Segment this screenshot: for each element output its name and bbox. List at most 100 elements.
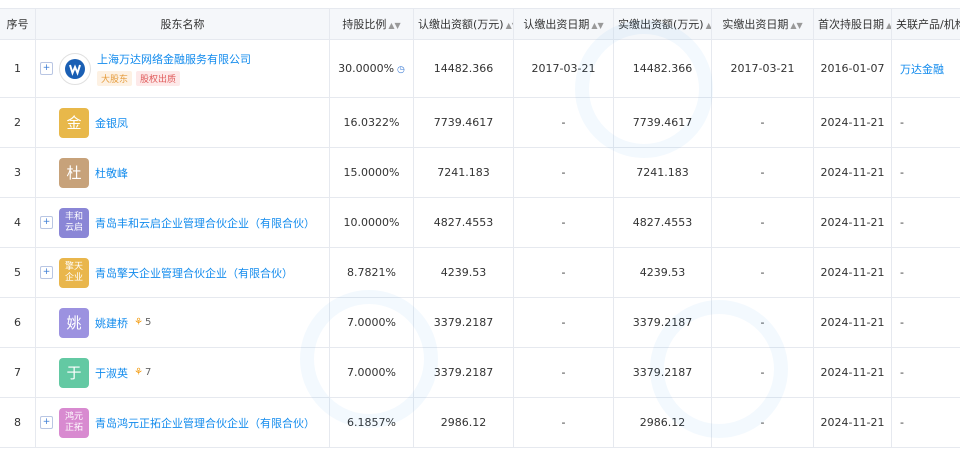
index-cell: 1 (0, 39, 36, 98)
paid-amount-cell: 7241.183 (613, 147, 712, 198)
related-companies-badge[interactable]: ⚘ 7 (134, 367, 151, 378)
paid-date-cell: - (711, 247, 814, 298)
shareholder-name-link[interactable]: 青岛丰和云启企业管理合伙企业（有限合伙） (95, 215, 315, 231)
table-row: 6 姚姚建桥 ⚘ 5 7.0000% 3379.2187-3379.2187-2024-1… (0, 297, 960, 348)
col-paid-amount[interactable]: 实缴出资额(万元)▲▼ (613, 8, 712, 40)
subscribed-amount-cell: 2986.12 (413, 397, 514, 448)
index-cell: 7 (0, 347, 36, 398)
shareholder-name-link[interactable]: 杜敬峰 (95, 165, 128, 181)
table-header-row: 序号 股东名称 持股比例▲▼ 认缴出资额(万元)▲▼ 认缴出资日期▲▼ 实缴出资… (0, 8, 960, 40)
related-cell: 万达金融 (891, 39, 960, 98)
subscribed-amount-cell: 7241.183 (413, 147, 514, 198)
col-paid-date[interactable]: 实缴出资日期 ▲▼ (711, 8, 814, 40)
shareholder-name-link[interactable]: 金银凤 (95, 115, 128, 131)
table-row: 5 + 擎天 企业 青岛擎天企业管理合伙企业（有限合伙） 8.7821% 4239.53-4… (0, 247, 960, 298)
shareholder-name-link[interactable]: 姚建桥 (95, 315, 128, 331)
history-clock-icon[interactable]: ◷ (397, 65, 405, 75)
paid-date-cell: 2017-03-21 (711, 39, 814, 98)
subscribed-amount-cell: 4827.4553 (413, 197, 514, 248)
paid-amount-cell: 3379.2187 (613, 347, 712, 398)
subscribed-date-cell: - (513, 197, 614, 248)
subscribed-date-cell: - (513, 247, 614, 298)
sort-icon[interactable]: ▲▼ (591, 21, 603, 30)
relation-icon: ⚘ (134, 367, 143, 378)
major-shareholder-tag: 大股东 (97, 71, 133, 86)
company-logo-icon (59, 52, 91, 85)
paid-amount-cell: 2986.12 (613, 397, 712, 448)
first-hold-date-cell: 2024-11-21 (813, 247, 892, 298)
shareholder-table: 序号 股东名称 持股比例▲▼ 认缴出资额(万元)▲▼ 认缴出资日期▲▼ 实缴出资… (0, 8, 960, 448)
ratio-cell: 7.0000% (329, 297, 414, 348)
col-ratio[interactable]: 持股比例 ▲▼ (329, 8, 414, 40)
index-cell: 5 (0, 247, 36, 298)
shareholder-cell: + 上海万达网络金融服务有限公司 大股东 股权出质 (35, 39, 330, 98)
first-hold-date-cell: 2024-11-21 (813, 397, 892, 448)
sort-icon[interactable]: ▲▼ (388, 21, 400, 30)
subscribed-date-cell: - (513, 97, 614, 148)
expand-icon[interactable]: + (40, 62, 53, 75)
shareholder-name-link[interactable]: 上海万达网络金融服务有限公司 (97, 51, 251, 67)
index-cell: 2 (0, 97, 36, 148)
shareholder-cell: + 鸿元 正拓 青岛鸿元正拓企业管理合伙企业（有限合伙） (35, 397, 330, 448)
related-cell: - (891, 97, 960, 148)
subscribed-amount-cell: 3379.2187 (413, 297, 514, 348)
paid-date-cell: - (711, 197, 814, 248)
col-index: 序号 (0, 8, 36, 40)
shareholder-avatar: 鸿元 正拓 (59, 407, 89, 438)
shareholder-avatar: 于 (59, 357, 89, 388)
ratio-cell: 10.0000% (329, 197, 414, 248)
index-cell: 3 (0, 147, 36, 198)
col-first-hold-date[interactable]: 首次持股日期▲▼ (813, 8, 892, 40)
related-cell: - (891, 147, 960, 198)
table-row: 2 金金银凤 16.0322% 7739.4617-7739.4617-2024-11… (0, 97, 960, 148)
related-companies-badge[interactable]: ⚘ 5 (134, 317, 151, 328)
table-row: 1 + 上海万达网络金融服务有限公司 大股东 股权出质 30.0000% ◷ 14482.3… (0, 39, 960, 98)
relation-icon: ⚘ (134, 317, 143, 328)
col-related: 关联产品/机构 (891, 8, 960, 40)
first-hold-date-cell: 2024-11-21 (813, 147, 892, 198)
ratio-cell: 6.1857% (329, 397, 414, 448)
sort-icon[interactable]: ▲▼ (790, 21, 802, 30)
ratio-cell: 8.7821% (329, 247, 414, 298)
subscribed-date-cell: - (513, 397, 614, 448)
index-cell: 6 (0, 297, 36, 348)
subscribed-amount-cell: 14482.366 (413, 39, 514, 98)
first-hold-date-cell: 2024-11-21 (813, 297, 892, 348)
ratio-cell: 7.0000% (329, 347, 414, 398)
subscribed-date-cell: 2017-03-21 (513, 39, 614, 98)
related-product-link[interactable]: 万达金融 (900, 63, 944, 76)
sort-icon[interactable]: ▲▼ (886, 21, 891, 30)
col-subscribed-amount[interactable]: 认缴出资额(万元)▲▼ (413, 8, 514, 40)
subscribed-date-cell: - (513, 347, 614, 398)
subscribed-amount-cell: 3379.2187 (413, 347, 514, 398)
subscribed-date-cell: - (513, 147, 614, 198)
sort-icon[interactable]: ▲▼ (706, 21, 711, 30)
col-subscribed-date[interactable]: 认缴出资日期 ▲▼ (513, 8, 614, 40)
ratio-cell: 15.0000% (329, 147, 414, 198)
paid-amount-cell: 4239.53 (613, 247, 712, 298)
paid-date-cell: - (711, 347, 814, 398)
table-row: 4 + 丰和 云启 青岛丰和云启企业管理合伙企业（有限合伙） 10.0000% 4827.4… (0, 197, 960, 248)
shareholder-name-link[interactable]: 青岛擎天企业管理合伙企业（有限合伙） (95, 265, 293, 281)
shareholder-cell: + 丰和 云启 青岛丰和云启企业管理合伙企业（有限合伙） (35, 197, 330, 248)
first-hold-date-cell: 2024-11-21 (813, 197, 892, 248)
related-cell: - (891, 347, 960, 398)
shareholder-cell: 姚姚建桥 ⚘ 5 (35, 297, 330, 348)
paid-date-cell: - (711, 147, 814, 198)
first-hold-date-cell: 2024-11-21 (813, 97, 892, 148)
paid-date-cell: - (711, 397, 814, 448)
sort-icon[interactable]: ▲▼ (506, 21, 513, 30)
shareholder-cell: 金金银凤 (35, 97, 330, 148)
col-shareholder-name: 股东名称 (35, 8, 330, 40)
related-cell: - (891, 297, 960, 348)
first-hold-date-cell: 2016-01-07 (813, 39, 892, 98)
expand-icon[interactable]: + (40, 266, 53, 279)
expand-icon[interactable]: + (40, 216, 53, 229)
shareholder-name-link[interactable]: 青岛鸿元正拓企业管理合伙企业（有限合伙） (95, 415, 315, 431)
expand-icon[interactable]: + (40, 416, 53, 429)
subscribed-amount-cell: 7739.4617 (413, 97, 514, 148)
shareholder-avatar: 金 (59, 107, 89, 138)
related-cell: - (891, 397, 960, 448)
shareholder-name-link[interactable]: 于淑英 (95, 365, 128, 381)
index-cell: 8 (0, 397, 36, 448)
